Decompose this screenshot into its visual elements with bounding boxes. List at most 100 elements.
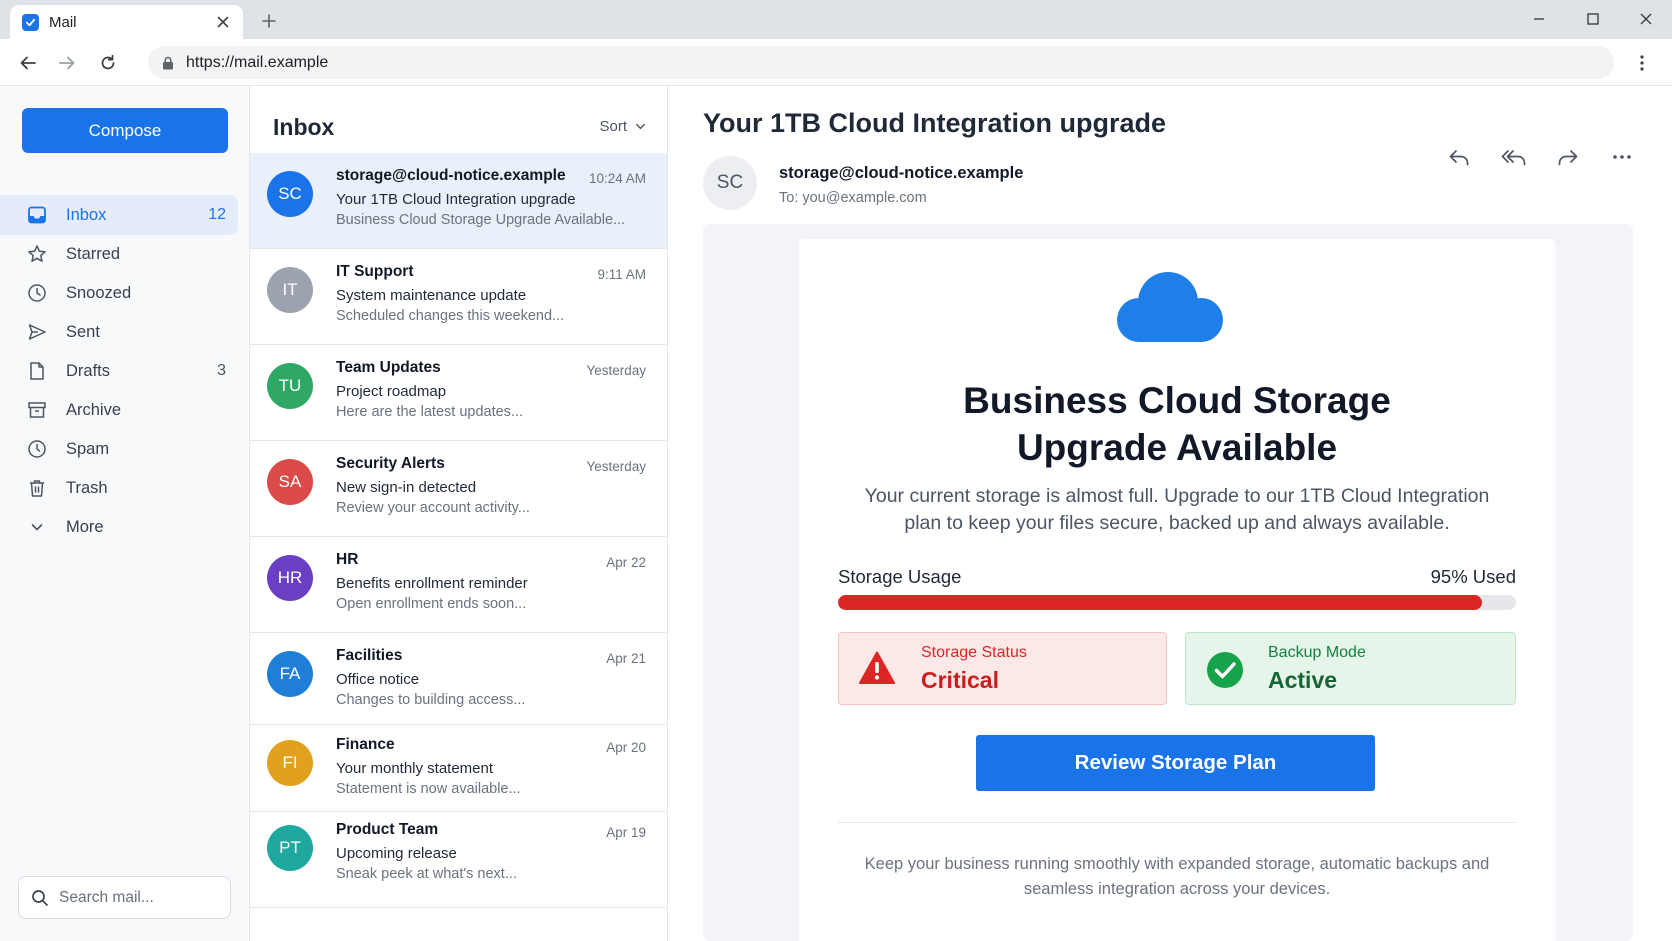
message-row[interactable]: HR HR Apr 22 Benefits enrollment reminder Op… xyxy=(250,537,667,633)
sender-name: storage@cloud-notice.example xyxy=(336,167,566,184)
compose-button[interactable]: Compose xyxy=(22,108,228,153)
more-actions-icon[interactable] xyxy=(1606,141,1638,173)
storage-progress-fill xyxy=(838,595,1483,610)
maximize-icon[interactable] xyxy=(1581,7,1605,31)
email-headline: Business Cloud Storage Upgrade Available xyxy=(839,377,1515,471)
list-title: Inbox xyxy=(273,114,335,140)
message-row[interactable]: TU Team Updates Yesterday Project roadmap He… xyxy=(250,345,667,441)
message-time: Yesterday xyxy=(586,459,646,474)
headline-line: Business Cloud Storage xyxy=(963,380,1391,421)
message-preview: Open enrollment ends soon... xyxy=(336,596,527,612)
browser-toolbar: https://mail.example xyxy=(0,39,1672,86)
message-preview: Statement is now available... xyxy=(336,781,521,797)
sidebar-item-spam[interactable]: Spam xyxy=(0,429,238,469)
chevron-down-icon xyxy=(26,516,48,538)
sidebar-item-label: Snoozed xyxy=(66,283,132,302)
sort-dropdown[interactable]: Sort xyxy=(599,118,646,135)
sidebar-item-starred[interactable]: Starred xyxy=(0,234,238,274)
message-subject: System maintenance update xyxy=(336,287,527,304)
sender-avatar: IT xyxy=(267,267,313,313)
sidebar-item-snoozed[interactable]: Snoozed xyxy=(0,273,238,313)
sort-label: Sort xyxy=(599,118,627,135)
search-icon xyxy=(31,889,49,907)
message-row[interactable]: PT Product Team Apr 19 Upcoming release Snea… xyxy=(250,812,667,908)
tab-title: Mail xyxy=(49,13,77,31)
message-row[interactable]: FI Finance Apr 20 Your monthly statement Sta… xyxy=(250,725,667,812)
message-time: Apr 19 xyxy=(606,825,646,840)
divider xyxy=(838,822,1516,823)
message-row[interactable]: SC storage@cloud-notice.example 10:24 AM Yo… xyxy=(250,153,667,249)
email-footer-text: Keep your business running smoothly with… xyxy=(864,855,1490,898)
reading-pane: Your 1TB Cloud Integration upgrade SC st… xyxy=(668,86,1672,941)
url-text: https://mail.example xyxy=(186,53,329,71)
message-preview: Scheduled changes this weekend... xyxy=(336,308,565,324)
browser-tab-strip: Mail xyxy=(0,0,1672,39)
sender-name: IT Support xyxy=(336,263,414,280)
message-time: 9:11 AM xyxy=(597,267,646,282)
address-bar[interactable]: https://mail.example xyxy=(148,46,1614,79)
review-storage-plan-button[interactable]: Review Storage Plan xyxy=(976,735,1375,791)
warning-icon xyxy=(859,651,895,685)
backup-status-card: Backup Mode Active xyxy=(1185,632,1516,705)
search-input[interactable] xyxy=(59,888,219,907)
sidebar-item-label: Trash xyxy=(66,478,108,497)
sidebar-item-label: Sent xyxy=(66,322,100,341)
sidebar-item-more[interactable]: More xyxy=(0,507,238,547)
message-preview: Here are the latest updates... xyxy=(336,404,523,420)
reply-icon[interactable] xyxy=(1443,141,1475,173)
sender-avatar: FA xyxy=(267,651,313,697)
inbox-icon xyxy=(26,204,48,226)
message-time: Apr 22 xyxy=(606,555,646,570)
message-time: Yesterday xyxy=(586,363,646,378)
forward-icon[interactable] xyxy=(1552,141,1584,173)
email-lead-text: Your current storage is almost full. Upg… xyxy=(864,485,1490,534)
minimize-icon[interactable] xyxy=(1527,7,1551,31)
mail-favicon-icon xyxy=(22,13,39,31)
message-time: 10:24 AM xyxy=(588,171,646,186)
draft-icon xyxy=(26,360,48,382)
reply-all-icon[interactable] xyxy=(1498,141,1530,173)
sidebar-item-label: More xyxy=(66,517,104,536)
new-tab-icon[interactable] xyxy=(258,10,280,32)
headline-line: Upgrade Available xyxy=(1016,427,1338,468)
sidebar-item-inbox[interactable]: Inbox 12 xyxy=(0,195,238,235)
message-time: Apr 21 xyxy=(606,651,646,666)
send-icon xyxy=(26,321,48,343)
archive-icon xyxy=(26,399,48,421)
lock-icon xyxy=(162,56,174,70)
draft-count: 3 xyxy=(217,362,226,379)
sidebar-item-label: Archive xyxy=(66,400,122,419)
sender-name: Security Alerts xyxy=(336,455,445,472)
sender-avatar: SC xyxy=(703,156,757,210)
tab-close-icon[interactable] xyxy=(213,12,233,32)
window-close-icon[interactable] xyxy=(1634,7,1658,31)
message-time: Apr 20 xyxy=(606,740,646,755)
sender-name: Product Team xyxy=(336,821,439,838)
message-row[interactable]: FA Facilities Apr 21 Office notice Changes t… xyxy=(250,633,667,725)
sidebar: Compose Inbox 12 Starred Snoozed Sent Dr… xyxy=(0,86,250,941)
storage-status-card: Storage Status Critical xyxy=(838,632,1167,705)
recipient-line: To: you@example.com xyxy=(779,190,927,206)
back-arrow-icon[interactable] xyxy=(15,50,41,76)
sidebar-item-archive[interactable]: Archive xyxy=(0,390,238,430)
message-row[interactable]: SA Security Alerts Yesterday New sign-in de… xyxy=(250,441,667,537)
message-row[interactable]: IT IT Support 9:11 AM System maintenance up… xyxy=(250,249,667,345)
search-box xyxy=(18,876,231,919)
forward-arrow-icon[interactable] xyxy=(54,50,80,76)
reload-icon[interactable] xyxy=(95,50,121,76)
sidebar-item-label: Drafts xyxy=(66,361,111,380)
star-icon xyxy=(26,243,48,265)
sidebar-item-label: Starred xyxy=(66,244,121,263)
sidebar-item-trash[interactable]: Trash xyxy=(0,468,238,508)
sender-name: Finance xyxy=(336,736,395,753)
message-subject: Your 1TB Cloud Integration upgrade xyxy=(336,191,576,208)
sender-avatar: FI xyxy=(267,740,313,786)
sender-avatar: HR xyxy=(267,555,313,601)
browser-menu-icon[interactable] xyxy=(1630,50,1654,76)
message-subject: Benefits enrollment reminder xyxy=(336,575,528,592)
browser-tab[interactable]: Mail xyxy=(10,5,243,39)
sidebar-item-sent[interactable]: Sent xyxy=(0,312,238,352)
sender-avatar: PT xyxy=(267,825,313,871)
status-value: Critical xyxy=(921,667,999,693)
sidebar-item-drafts[interactable]: Drafts 3 xyxy=(0,351,238,391)
